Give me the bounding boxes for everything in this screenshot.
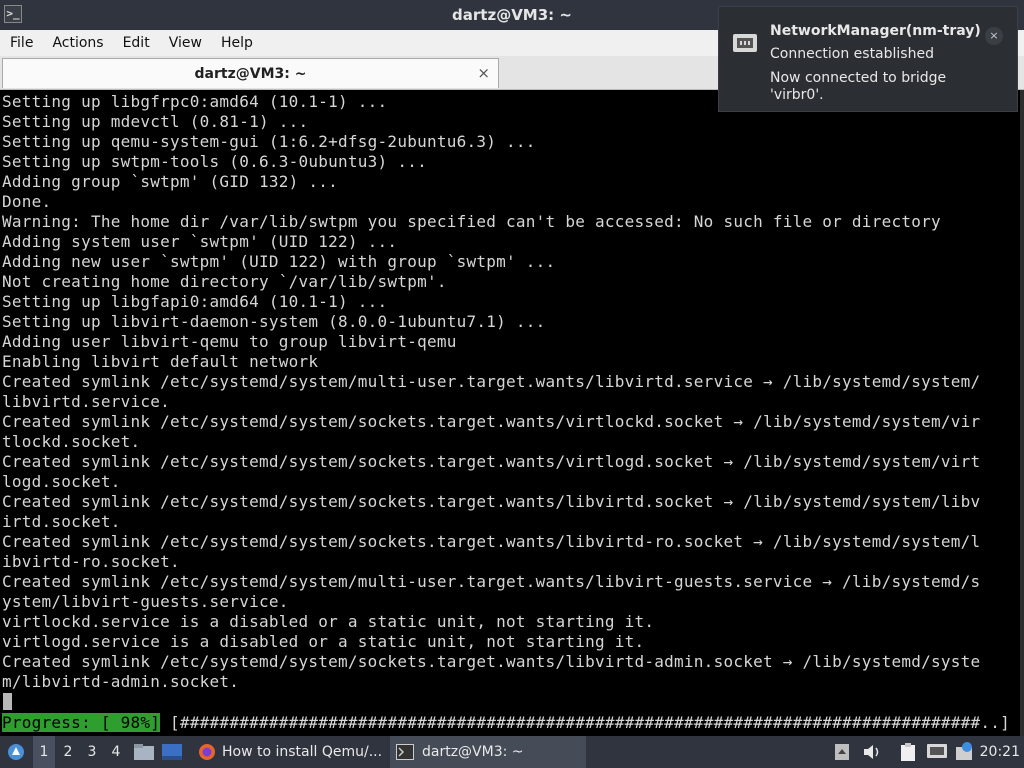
- terminal-line: tlockd.socket.: [2, 432, 141, 451]
- notification-title: NetworkManager(nm-tray): [770, 23, 981, 39]
- terminal-line: ystem/libvirt-guests.service.: [2, 592, 289, 611]
- tray-up-icon[interactable]: [834, 736, 850, 768]
- terminal-line: Created symlink /etc/systemd/system/sock…: [2, 652, 981, 671]
- volume-icon[interactable]: [862, 736, 882, 768]
- clipboard-icon[interactable]: [898, 736, 918, 768]
- window-title: dartz@VM3: ~: [452, 6, 572, 24]
- terminal-line: Adding new user `swtpm' (UID 122) with g…: [2, 252, 556, 271]
- workspace-1[interactable]: 1: [33, 736, 55, 768]
- terminal-icon: [396, 744, 414, 760]
- terminal-line: libvirtd.service.: [2, 392, 171, 411]
- network-icon[interactable]: [926, 736, 948, 768]
- menu-help[interactable]: Help: [211, 35, 262, 51]
- notification-detail: Now connected to bridge 'virbr0'.: [770, 70, 947, 103]
- update-icon[interactable]: [954, 736, 974, 768]
- progress-row: Progress: [ 98%] [######################…: [2, 713, 1010, 733]
- close-icon[interactable]: ×: [985, 27, 1003, 45]
- terminal-cursor: [3, 693, 12, 710]
- terminal-line: Setting up libgfrpc0:amd64 (10.1-1) ...: [2, 92, 388, 111]
- terminal-line: Created symlink /etc/systemd/system/mult…: [2, 372, 981, 391]
- terminal-line: Created symlink /etc/systemd/system/sock…: [2, 492, 981, 511]
- terminal-line: Enabling libvirt default network: [2, 352, 319, 371]
- terminal-line: Setting up qemu-system-gui (1:6.2+dfsg-2…: [2, 132, 536, 151]
- terminal-line: virtlockd.service is a disabled or a sta…: [2, 612, 655, 631]
- notification-body: Connection established: [770, 46, 934, 62]
- network-notification[interactable]: NetworkManager(nm-tray) Connection estab…: [718, 6, 1018, 112]
- tab-close-icon[interactable]: ×: [477, 64, 490, 82]
- workspace-2[interactable]: 2: [57, 736, 79, 768]
- terminal-line: virtlogd.service is a disabled or a stat…: [2, 632, 645, 651]
- workspace-3[interactable]: 3: [81, 736, 103, 768]
- taskbar: 1 2 3 4 How to install Qemu/... dartz@VM…: [0, 736, 1024, 768]
- task-terminal-label: dartz@VM3: ~: [422, 744, 524, 760]
- terminal-line: Setting up libvirt-daemon-system (8.0.0-…: [2, 312, 546, 331]
- progress-bar: [#######################################…: [170, 713, 1011, 732]
- menu-file[interactable]: File: [0, 35, 42, 51]
- task-terminal[interactable]: dartz@VM3: ~: [390, 736, 586, 768]
- workspace-4[interactable]: 4: [105, 736, 127, 768]
- task-browser[interactable]: How to install Qemu/...: [192, 736, 392, 768]
- terminal-output[interactable]: Setting up libgfrpc0:amd64 (10.1-1) ... …: [0, 90, 1020, 736]
- terminal-line: Done.: [2, 192, 52, 211]
- show-desktop-icon[interactable]: [161, 736, 183, 768]
- terminal-line: Created symlink /etc/systemd/system/sock…: [2, 412, 981, 431]
- file-manager-icon[interactable]: [133, 736, 155, 768]
- terminal-line: Created symlink /etc/systemd/system/sock…: [2, 532, 981, 551]
- terminal-line: Adding group `swtpm' (GID 132) ...: [2, 172, 339, 191]
- terminal-line: Setting up libgfapi0:amd64 (10.1-1) ...: [2, 292, 388, 311]
- tab-terminal[interactable]: dartz@VM3: ~ ×: [2, 58, 499, 88]
- terminal-line: Created symlink /etc/systemd/system/sock…: [2, 452, 981, 471]
- terminal-line: Setting up swtpm-tools (0.6.3-0ubuntu3) …: [2, 152, 427, 171]
- start-menu-icon[interactable]: [4, 736, 28, 768]
- terminal-scrollbar[interactable]: [1020, 90, 1024, 736]
- firefox-icon: [199, 744, 215, 760]
- terminal-app-icon[interactable]: >_: [4, 5, 22, 23]
- network-wired-icon: [733, 34, 757, 52]
- menu-edit[interactable]: Edit: [113, 35, 159, 51]
- terminal-line: Created symlink /etc/systemd/system/mult…: [2, 572, 981, 591]
- terminal-line: m/libvirtd-admin.socket.: [2, 672, 240, 691]
- terminal-line: logd.socket.: [2, 472, 121, 491]
- clock[interactable]: 20:21: [980, 736, 1020, 768]
- terminal-line: Warning: The home dir /var/lib/swtpm you…: [2, 212, 941, 231]
- tab-label: dartz@VM3: ~: [194, 65, 307, 82]
- terminal-line: Adding system user `swtpm' (UID 122) ...: [2, 232, 398, 251]
- terminal-line: Setting up mdevctl (0.81-1) ...: [2, 112, 309, 131]
- progress-label: Progress: [ 98%]: [2, 713, 161, 732]
- terminal-text: Setting up libgfrpc0:amd64 (10.1-1) ... …: [2, 92, 980, 692]
- terminal-line: Not creating home directory `/var/lib/sw…: [2, 272, 447, 291]
- menu-actions[interactable]: Actions: [42, 35, 112, 51]
- terminal-line: ibvirtd-ro.socket.: [2, 552, 180, 571]
- menu-view[interactable]: View: [159, 35, 211, 51]
- terminal-line: irtd.socket.: [2, 512, 121, 531]
- task-browser-label: How to install Qemu/...: [222, 744, 383, 760]
- terminal-line: Adding user libvirt-qemu to group libvir…: [2, 332, 457, 351]
